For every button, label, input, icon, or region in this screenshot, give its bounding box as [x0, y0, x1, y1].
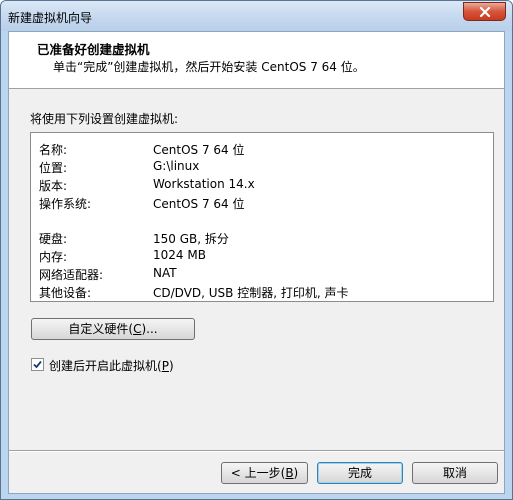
back-button[interactable]: < 上一步(B): [221, 462, 308, 484]
settings-row: 硬盘: 150 GB, 拆分: [39, 230, 489, 248]
settings-row: 网络适配器: NAT: [39, 266, 489, 284]
setting-value: G:\linux: [153, 159, 200, 173]
setting-key: 内存:: [39, 250, 68, 264]
page-subtitle: 单击“完成”创建虚拟机，然后开始安装 CentOS 7 64 位。: [53, 60, 365, 74]
customize-hardware-label-suffix: )...: [141, 322, 158, 336]
setting-key: 网络适配器:: [39, 268, 104, 282]
setting-value: Workstation 14.x: [153, 177, 255, 191]
setting-key: 名称:: [39, 143, 68, 157]
wizard-header: 已准备好创建虚拟机 单击“完成”创建虚拟机，然后开始安装 CentOS 7 64…: [9, 32, 504, 89]
setting-key: 版本:: [39, 179, 68, 193]
wizard-content: 已准备好创建虚拟机 单击“完成”创建虚拟机，然后开始安装 CentOS 7 64…: [8, 31, 505, 494]
settings-row: 内存: 1024 MB: [39, 248, 489, 266]
setting-value: CentOS 7 64 位: [153, 143, 245, 157]
setting-key: 其他设备:: [39, 286, 92, 300]
cancel-button[interactable]: 取消: [412, 462, 498, 484]
customize-hardware-label-prefix: 自定义硬件(: [68, 322, 134, 336]
close-button[interactable]: [463, 2, 506, 21]
setting-value: CD/DVD, USB 控制器, 打印机, 声卡: [153, 286, 349, 300]
wizard-window: 新建虚拟机向导 已准备好创建虚拟机 单击“完成”创建虚拟机，然后开始安装 Cen…: [0, 0, 513, 500]
settings-row: 操作系统: CentOS 7 64 位: [39, 195, 489, 213]
finish-button[interactable]: 完成: [317, 462, 403, 484]
setting-value: 150 GB, 拆分: [153, 232, 229, 246]
back-label-suffix: ): [293, 466, 299, 480]
setting-key: 硬盘:: [39, 232, 68, 246]
back-mnemonic: B: [285, 466, 294, 480]
checkmark-icon: [33, 360, 42, 369]
setting-key: 操作系统:: [39, 197, 92, 211]
power-on-mnemonic: P: [161, 359, 169, 373]
window-title: 新建虚拟机向导: [8, 11, 93, 25]
settings-row: 名称: CentOS 7 64 位: [39, 141, 489, 159]
close-icon: [479, 6, 490, 17]
power-on-checkbox[interactable]: [31, 358, 44, 371]
setting-value: 1024 MB: [153, 248, 206, 262]
settings-summary-box: 名称: CentOS 7 64 位 位置: G:\linux 版本: Works…: [30, 132, 494, 302]
page-title: 已准备好创建虚拟机: [37, 42, 150, 57]
footer-separator: [9, 450, 504, 452]
setting-value: NAT: [153, 266, 177, 280]
setting-value: CentOS 7 64 位: [153, 197, 245, 211]
power-on-option[interactable]: 创建后开启此虚拟机(P): [31, 357, 331, 373]
settings-row: 位置: G:\linux: [39, 159, 489, 177]
power-on-label: 创建后开启此虚拟机(P): [49, 357, 174, 374]
setting-key: 位置:: [39, 161, 68, 175]
settings-row: 其他设备: CD/DVD, USB 控制器, 打印机, 声卡: [39, 284, 489, 302]
power-on-label-prefix: 创建后开启此虚拟机(: [49, 359, 162, 373]
customize-hardware-button[interactable]: 自定义硬件(C)...: [31, 318, 195, 340]
settings-row: 版本: Workstation 14.x: [39, 177, 489, 195]
title-bar[interactable]: 新建虚拟机向导: [1, 1, 512, 31]
power-on-label-suffix: ): [168, 359, 174, 373]
back-label-prefix: < 上一步(: [230, 466, 286, 480]
settings-intro-label: 将使用下列设置创建虚拟机:: [30, 112, 179, 126]
